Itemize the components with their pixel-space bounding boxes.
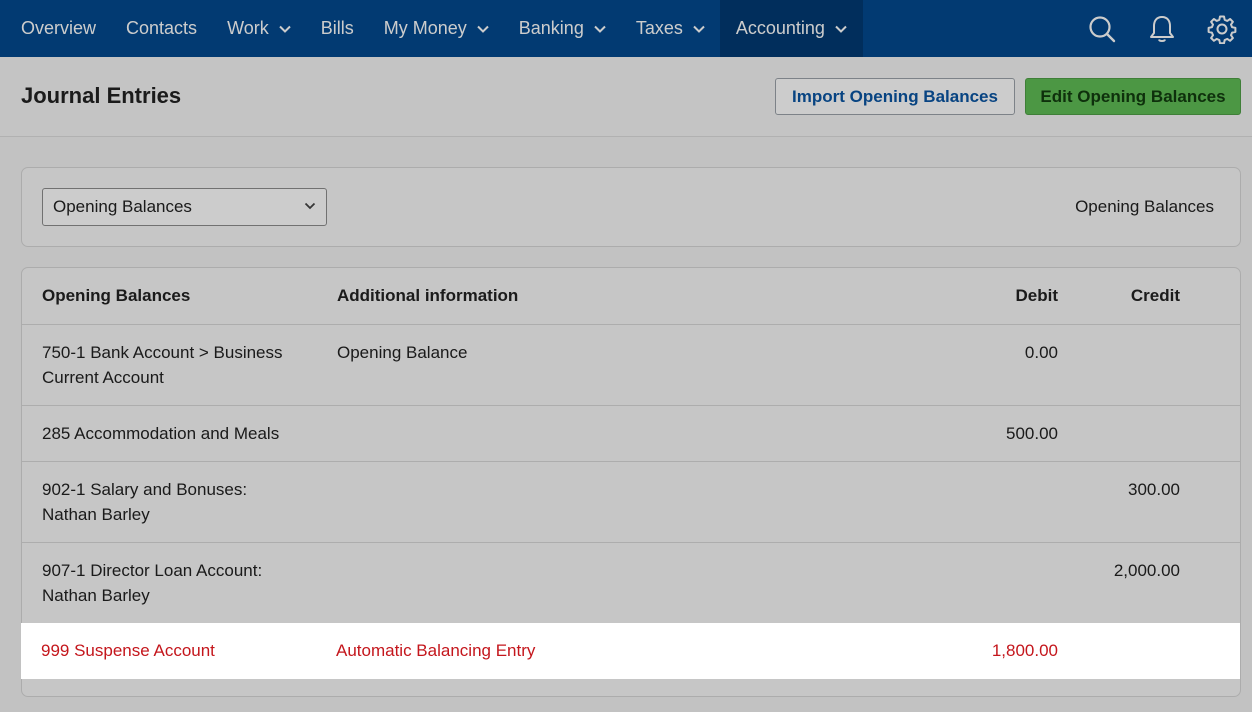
select-value: Opening Balances	[53, 197, 192, 216]
chevron-down-icon	[693, 25, 705, 33]
credit-cell: 300.00	[1128, 480, 1180, 499]
table-row[interactable]: 750-1 Bank Account > Business Current Ac…	[22, 324, 1240, 405]
nav-item-overview[interactable]: Overview	[0, 0, 111, 57]
page-title: Journal Entries	[21, 83, 182, 108]
nav-label: Banking	[518, 18, 584, 38]
account-cell: 902-1 Salary and Bonuses: Nathan Barley	[42, 480, 248, 524]
nav-item-banking[interactable]: Banking	[504, 0, 621, 57]
column-header-info: Additional information	[337, 286, 519, 305]
nav-label: Accounting	[735, 18, 825, 38]
nav-item-bills[interactable]: Bills	[306, 0, 369, 57]
nav-label: Bills	[320, 18, 354, 38]
nav-label: Overview	[21, 18, 97, 38]
nav-label: Contacts	[126, 18, 198, 38]
table-row[interactable]: 285 Accommodation and Meals 500.00	[22, 405, 1240, 461]
search-icon[interactable]	[1072, 0, 1132, 57]
edit-opening-balances-button[interactable]: Edit Opening Balances	[1025, 78, 1241, 115]
journal-type-select[interactable]: Opening Balances	[42, 188, 327, 226]
chevron-down-icon	[477, 25, 489, 33]
page-header: Journal Entries Import Opening Balances …	[0, 57, 1252, 137]
gear-icon[interactable]	[1192, 0, 1252, 57]
info-cell: Automatic Balancing Entry	[336, 641, 536, 660]
nav-label: My Money	[383, 18, 467, 38]
chevron-down-icon	[279, 25, 291, 33]
nav-label: Work	[227, 18, 269, 38]
filter-summary-label: Opening Balances	[1075, 197, 1214, 216]
chevron-down-icon	[304, 202, 316, 210]
debit-cell: 500.00	[1006, 424, 1058, 443]
nav-item-contacts[interactable]: Contacts	[111, 0, 212, 57]
account-cell: 285 Accommodation and Meals	[42, 424, 280, 443]
nav-item-my-money[interactable]: My Money	[369, 0, 504, 57]
account-cell: 907-1 Director Loan Account: Nathan Barl…	[42, 561, 263, 605]
import-opening-balances-button[interactable]: Import Opening Balances	[775, 78, 1015, 115]
nav-label: Taxes	[635, 18, 683, 38]
nav-item-taxes[interactable]: Taxes	[621, 0, 720, 57]
table-row[interactable]: 907-1 Director Loan Account: Nathan Barl…	[22, 542, 1240, 623]
debit-cell: 1,800.00	[991, 641, 1058, 660]
highlighted-suspense-row[interactable]: 999 Suspense Account Automatic Balancing…	[21, 623, 1240, 679]
info-cell: Opening Balance	[337, 343, 468, 362]
chevron-down-icon	[835, 25, 847, 33]
chevron-down-icon	[594, 25, 606, 33]
nav-item-work[interactable]: Work	[212, 0, 306, 57]
credit-cell: 2,000.00	[1113, 561, 1180, 580]
top-nav: Overview Contacts Work Bills My Money Ba…	[0, 0, 1252, 57]
account-cell: 750-1 Bank Account > Business Current Ac…	[42, 343, 283, 387]
bell-icon[interactable]	[1132, 0, 1192, 57]
table-row[interactable]: 902-1 Salary and Bonuses: Nathan Barley …	[22, 461, 1240, 542]
column-header-debit: Debit	[1015, 286, 1059, 305]
account-cell: 999 Suspense Account	[41, 641, 215, 660]
column-header-account: Opening Balances	[42, 286, 191, 305]
nav-item-accounting[interactable]: Accounting	[719, 0, 863, 57]
debit-cell: 0.00	[1024, 343, 1058, 362]
filter-card: Opening Balances Opening Balances	[21, 167, 1241, 247]
column-header-credit: Credit	[1130, 286, 1180, 305]
